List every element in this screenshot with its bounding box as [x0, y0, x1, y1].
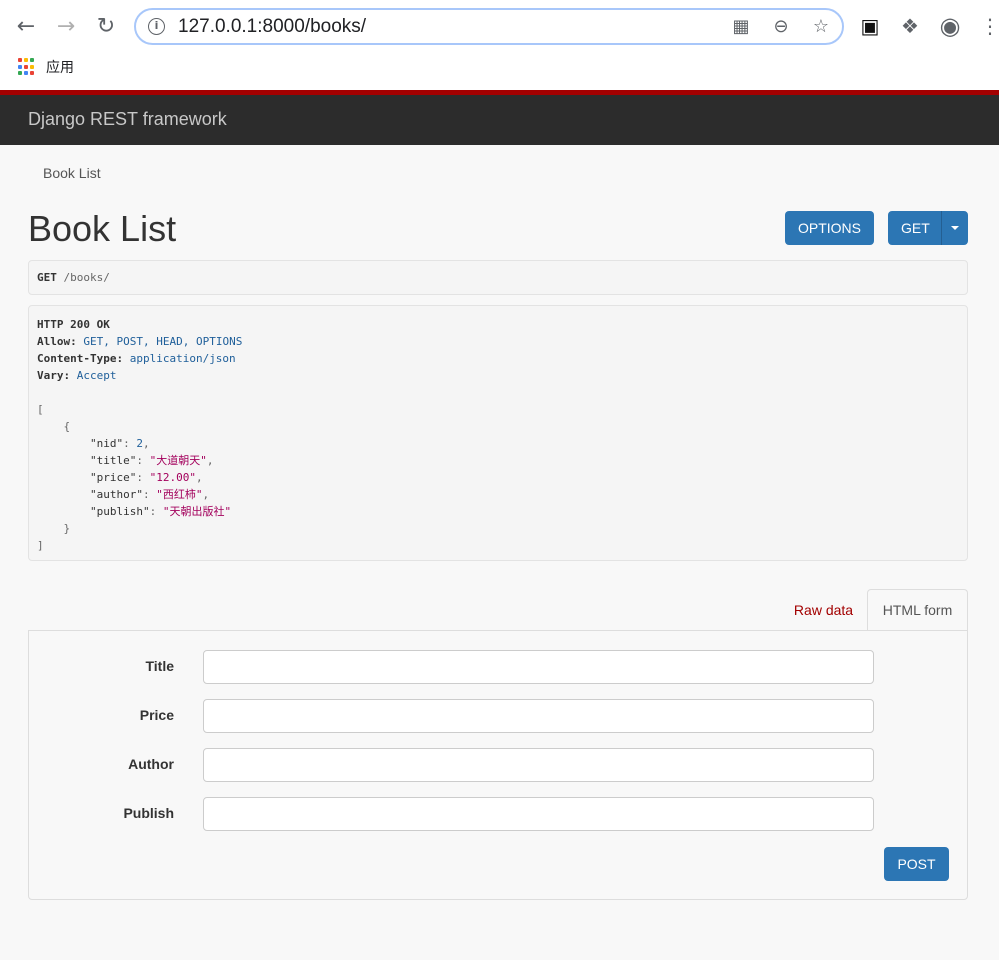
json-field: "price": "12.00", — [89, 471, 203, 484]
bookmark-apps-label[interactable]: 应用 — [46, 57, 74, 77]
url-host: 127.0.0.1 — [178, 16, 258, 37]
author-input[interactable] — [203, 748, 874, 782]
json-open-brace: { — [63, 420, 71, 433]
address-url[interactable]: 127.0.0.1:8000/books/ — [178, 16, 366, 38]
title-input[interactable] — [203, 650, 874, 684]
drf-navbar: Django REST framework — [0, 90, 999, 145]
publish-input[interactable] — [203, 797, 874, 831]
apps-grid-icon[interactable] — [18, 58, 36, 76]
get-dropdown-divider — [941, 211, 942, 245]
breadcrumb-item[interactable]: Book List — [43, 165, 101, 181]
caret-down-icon[interactable] — [951, 226, 959, 230]
browser-chrome: ← → ↻ i 127.0.0.1:8000/books/ ▦ ⊖ ☆ ▣ ❖ … — [0, 0, 999, 90]
response-status: HTTP 200 OK — [37, 318, 110, 331]
form-row-publish: Publish — [29, 797, 969, 831]
qr-code-icon[interactable]: ▦ — [730, 16, 752, 38]
form-row-title: Title — [29, 650, 969, 684]
price-label: Price — [139, 707, 174, 723]
zoom-out-icon[interactable]: ⊖ — [770, 16, 792, 38]
title-label: Title — [145, 658, 174, 674]
bookmark-star-icon[interactable]: ☆ — [810, 16, 832, 38]
url-path: :8000/books/ — [257, 16, 367, 37]
options-button[interactable]: OPTIONS — [785, 211, 874, 245]
get-button[interactable]: GET — [888, 211, 968, 245]
bookmarks-bar: 应用 — [18, 57, 74, 77]
response-header: Vary: Accept — [37, 369, 117, 382]
extension-icon[interactable]: ▣ — [858, 14, 882, 38]
breadcrumb: Book List — [43, 165, 101, 181]
tab-raw-data[interactable]: Raw data — [780, 589, 867, 631]
get-button-label: GET — [901, 220, 930, 236]
html-form-panel: Title Price Author Publish POST — [28, 630, 968, 900]
request-path: /books/ — [63, 271, 110, 284]
menu-kebab-icon[interactable]: ⋮ — [978, 14, 999, 38]
form-row-price: Price — [29, 699, 969, 733]
response-header: Allow: GET, POST, HEAD, OPTIONS — [37, 335, 243, 348]
json-close-bracket: ] — [37, 539, 44, 552]
author-label: Author — [128, 756, 174, 772]
request-method: GET — [37, 271, 57, 284]
json-open-bracket: [ — [37, 403, 44, 416]
json-field: "title": "大道朝天", — [89, 454, 214, 467]
publish-label: Publish — [123, 805, 174, 821]
json-field: "publish": "天朝出版社" — [89, 505, 232, 518]
post-button[interactable]: POST — [884, 847, 949, 881]
json-close-brace: } — [63, 522, 71, 535]
profile-avatar-icon[interactable]: ◉ — [938, 14, 962, 38]
reload-icon[interactable]: ↻ — [90, 10, 122, 42]
form-row-author: Author — [29, 748, 969, 782]
page-title: Book List — [28, 208, 177, 249]
price-input[interactable] — [203, 699, 874, 733]
back-arrow-icon[interactable]: ← — [10, 10, 42, 42]
forward-arrow-icon[interactable]: → — [50, 10, 82, 42]
tab-html-form[interactable]: HTML form — [867, 589, 968, 631]
response-header: Content-Type: application/json — [37, 352, 236, 365]
puzzle-extensions-icon[interactable]: ❖ — [898, 14, 922, 38]
json-field: "author": "西红柿", — [89, 488, 210, 501]
navbar-brand[interactable]: Django REST framework — [28, 109, 227, 130]
request-info: GET /books/ — [28, 260, 968, 295]
address-bar[interactable]: i 127.0.0.1:8000/books/ ▦ ⊖ ☆ — [134, 8, 844, 45]
info-icon[interactable]: i — [148, 18, 165, 35]
json-field: "nid": 2, — [89, 437, 150, 450]
response-info: HTTP 200 OK Allow: GET, POST, HEAD, OPTI… — [28, 305, 968, 561]
